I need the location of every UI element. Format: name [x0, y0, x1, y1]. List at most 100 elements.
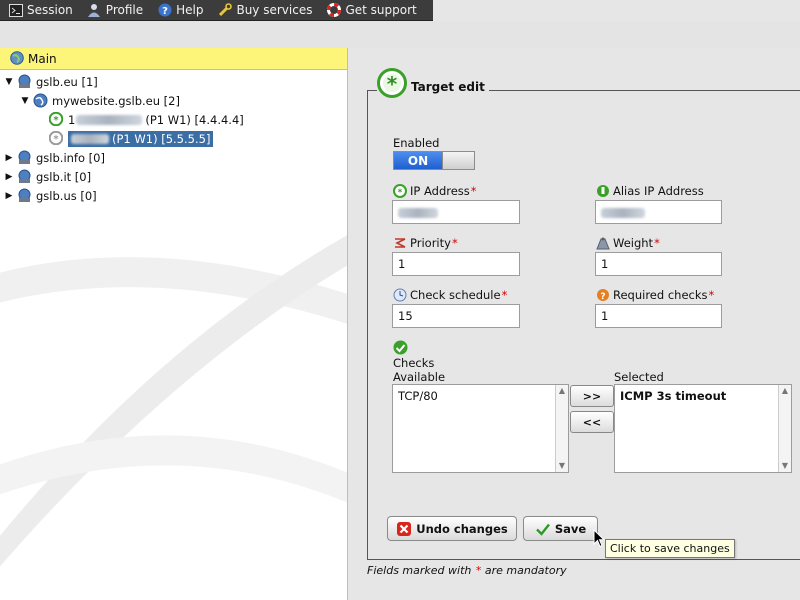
undo-changes-label: Undo changes	[416, 521, 508, 536]
svg-text:*: *	[398, 188, 403, 198]
selected-checks-list[interactable]: ICMP 3s timeout ▲ ▼	[614, 384, 792, 473]
question-icon: ?	[596, 288, 610, 302]
save-button[interactable]: Save	[523, 516, 598, 541]
tree-node-label: gslb.us [0]	[36, 188, 97, 203]
mandatory-note: Fields marked with * are mandatory	[367, 564, 567, 577]
help-icon: ?	[157, 3, 172, 18]
wrench-icon	[217, 3, 232, 18]
domain-globe-icon	[17, 74, 32, 89]
globe-icon	[10, 51, 25, 66]
weight-icon	[596, 236, 610, 250]
close-icon	[396, 521, 412, 537]
domain-globe-icon	[17, 188, 32, 203]
legend-title: Target edit	[411, 80, 485, 94]
toggle-on-label: ON	[394, 152, 442, 169]
redacted-ip	[71, 134, 109, 144]
tree-header-label: Main	[28, 51, 57, 66]
priority-input[interactable]: 1	[392, 252, 520, 276]
svg-text:?: ?	[162, 6, 168, 17]
required-checks-label: ? Required checks *	[596, 288, 714, 302]
priority-icon	[393, 236, 407, 250]
selected-tree-node[interactable]: (P1 W1) [5.5.5.5]	[68, 130, 214, 147]
selected-label: Selected	[614, 370, 664, 384]
menu-session-label: Session	[27, 3, 73, 17]
tree-node-mywebsite[interactable]: ▼ mywebsite.gslb.eu [2]	[0, 91, 347, 110]
menu-help[interactable]: ? Help	[157, 3, 203, 18]
terminal-icon	[8, 3, 23, 18]
tree-node-prefix: 1	[68, 112, 76, 127]
target-enabled-icon: *	[393, 184, 407, 198]
available-checks-list[interactable]: TCP/80 ▲ ▼	[392, 384, 569, 473]
toolbar-strip	[0, 21, 800, 48]
menu-get-support[interactable]: Get support	[326, 3, 417, 18]
expand-toggle-icon[interactable]: ▶	[4, 172, 14, 182]
user-icon	[87, 3, 102, 18]
menu-get-support-label: Get support	[345, 3, 417, 17]
menu-buy-services-label: Buy services	[236, 3, 313, 17]
tree-node-label: gslb.info [0]	[36, 150, 105, 165]
tree-header-main[interactable]: Main	[0, 48, 347, 70]
weight-label: Weight *	[596, 236, 660, 250]
globe-icon	[33, 93, 48, 108]
remove-check-button[interactable]: <<	[570, 411, 614, 433]
selected-check-item[interactable]: ICMP 3s timeout	[620, 387, 786, 403]
background-swoosh	[0, 235, 347, 567]
target-enabled-icon: *	[49, 112, 64, 127]
expand-toggle-icon[interactable]: ▼	[4, 77, 14, 87]
top-menu-bar: Session Profile ? Help Buy services Get …	[0, 0, 433, 21]
expand-toggle-icon[interactable]: ▶	[4, 153, 14, 163]
tree-node-label: mywebsite.gslb.eu [2]	[52, 93, 180, 108]
check-schedule-label: Check schedule *	[393, 288, 507, 302]
tree-node-gslb-eu[interactable]: ▼ gslb.eu [1]	[0, 72, 347, 91]
add-check-button[interactable]: >>	[570, 385, 614, 407]
required-checks-input[interactable]: 1	[595, 304, 722, 328]
menu-profile[interactable]: Profile	[87, 3, 143, 18]
scrollbar[interactable]: ▲ ▼	[555, 385, 568, 472]
target-edit-panel: * Target edit Enabled ON * IP Address * A…	[349, 48, 800, 600]
alias-ip-input[interactable]	[595, 200, 722, 224]
scroll-down-icon[interactable]: ▼	[556, 460, 568, 472]
tree-node-gslb-it[interactable]: ▶ gslb.it [0]	[0, 167, 347, 186]
domain-globe-icon	[17, 150, 32, 165]
menu-buy-services[interactable]: Buy services	[217, 3, 312, 18]
expand-toggle-icon[interactable]: ▼	[20, 96, 30, 106]
clock-icon	[393, 288, 407, 302]
enabled-toggle[interactable]: ON	[393, 151, 475, 170]
priority-label: Priority *	[393, 236, 458, 250]
tree-panel: Main ▼ gslb.eu [1] ▼ mywebsite.gslb.eu […	[0, 48, 348, 600]
scroll-up-icon[interactable]: ▲	[556, 385, 568, 397]
lifebuoy-icon	[326, 3, 341, 18]
menu-session[interactable]: Session	[8, 3, 73, 18]
svg-text:*: *	[387, 72, 398, 96]
scrollbar[interactable]: ▲ ▼	[778, 385, 791, 472]
save-label: Save	[554, 521, 587, 536]
expand-toggle-icon[interactable]: ▶	[4, 191, 14, 201]
weight-input[interactable]: 1	[595, 252, 722, 276]
svg-text:*: *	[53, 134, 59, 145]
available-check-item[interactable]: TCP/80	[398, 387, 563, 403]
tree-node-gslb-info[interactable]: ▶ gslb.info [0]	[0, 148, 347, 167]
undo-changes-button[interactable]: Undo changes	[387, 516, 517, 541]
ip-address-input[interactable]	[392, 200, 520, 224]
redacted-value	[601, 207, 645, 218]
tree-node-target-1[interactable]: * 1 (P1 W1) [4.4.4.4]	[0, 110, 347, 129]
tree-node-target-2[interactable]: * (P1 W1) [5.5.5.5]	[0, 129, 347, 148]
check-icon	[535, 521, 551, 537]
tree-node-label: (P1 W1) [4.4.4.4]	[145, 112, 244, 127]
alias-icon	[596, 184, 610, 198]
target-edit-icon: *	[377, 68, 407, 98]
scroll-up-icon[interactable]: ▲	[779, 385, 791, 397]
tree-node-label: (P1 W1) [5.5.5.5]	[112, 131, 211, 146]
tree-node-gslb-us[interactable]: ▶ gslb.us [0]	[0, 186, 347, 205]
check-schedule-input[interactable]: 15	[392, 304, 520, 328]
svg-text:*: *	[53, 115, 59, 126]
ip-address-label: * IP Address *	[393, 184, 477, 198]
domain-tree: ▼ gslb.eu [1] ▼ mywebsite.gslb.eu [2] * …	[0, 70, 347, 205]
svg-text:?: ?	[600, 292, 605, 302]
fieldset-legend: * Target edit	[377, 68, 489, 98]
menu-help-label: Help	[176, 3, 204, 17]
scroll-down-icon[interactable]: ▼	[779, 460, 791, 472]
redacted-value	[398, 207, 438, 218]
alias-ip-label: Alias IP Address	[596, 184, 704, 198]
save-tooltip: Click to save changes	[605, 539, 735, 558]
